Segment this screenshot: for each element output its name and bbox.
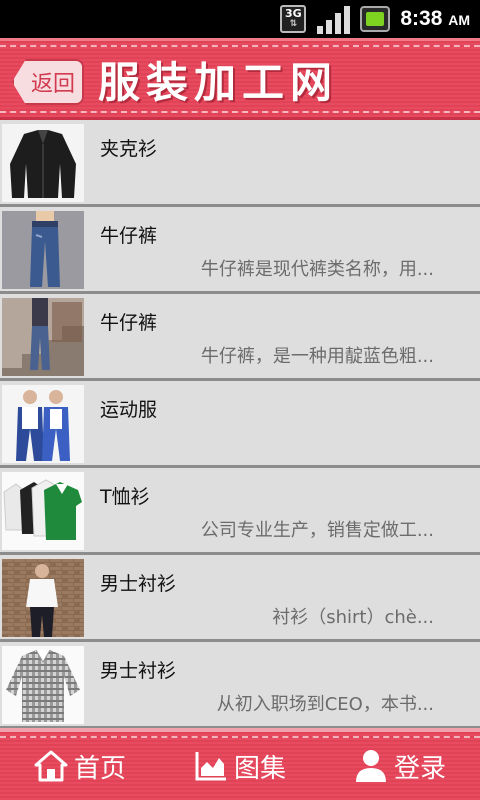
list-item[interactable]: 男士衬衫 从初入职场到CEO，本书... [0,642,480,728]
home-button[interactable]: 首页 [30,736,130,796]
list-item-desc: 公司专业生产，销售定做工... [200,520,434,541]
gallery-chart-icon [194,750,228,782]
list-item-desc: 牛仔裤是现代裤类名称，用... [200,259,434,280]
gallery-label: 图集 [233,753,286,784]
battery-icon [360,6,391,32]
black-jacket-image [2,124,84,202]
list-item-title: 牛仔裤 [100,312,158,334]
gallery-button[interactable]: 图集 [190,736,290,796]
data-arrows-icon: ⇅ [289,19,298,29]
app-header: 返回 服装加工网 [0,38,480,120]
man-in-shirt-image [2,559,84,637]
list-item-title: 夹克衫 [100,138,158,160]
list-item[interactable]: T恤衫 公司专业生产，销售定做工... [0,468,480,555]
page-title: 服装加工网 [98,58,339,107]
list-item-title: 牛仔裤 [100,225,158,247]
bottom-nav: 首页 图集 登录 [0,728,480,800]
back-button-label: 返回 [30,72,75,97]
list-item-title: 男士衬衫 [100,660,177,682]
list-item-title: 运动服 [100,399,158,421]
clock-ampm: AM [448,12,470,28]
network-label: 3G [285,7,302,20]
list-item[interactable]: 牛仔裤 牛仔裤，是一种用靛蓝色粗... [0,294,480,381]
login-label: 登录 [393,753,446,784]
back-button[interactable]: 返回 [12,59,84,105]
jeans-on-stairs-image [2,298,84,376]
polo-shirts-image [2,472,84,550]
status-bar: 3G ⇅ 8:38 AM [0,0,480,38]
clock: 8:38 AM [400,7,470,31]
blue-jeans-image [2,211,84,289]
clock-time: 8:38 [400,7,443,30]
list-item-desc: 牛仔裤，是一种用靛蓝色粗... [200,346,434,367]
user-icon [354,749,388,783]
list-item[interactable]: 男士衬衫 衬衫（shirt）chè... [0,555,480,642]
signal-strength-icon [316,4,350,34]
login-button[interactable]: 登录 [350,736,450,796]
list-item-desc: 从初入职场到CEO，本书... [216,694,434,715]
home-icon [34,750,68,782]
list-item[interactable]: 牛仔裤 牛仔裤是现代裤类名称，用... [0,207,480,294]
checked-shirt-image [2,646,84,724]
tracksuit-couple-image [2,385,84,463]
list-item-desc: 衬衫（shirt）chè... [272,607,434,628]
list-item-title: T恤衫 [100,486,150,508]
list-item[interactable]: 运动服 [0,381,480,468]
home-label: 首页 [73,753,126,784]
product-list: 夹克衫 牛仔裤 牛仔裤是现代裤类名称，用... 牛仔裤 牛仔裤，是一种用靛蓝色粗… [0,120,480,728]
list-item[interactable]: 夹克衫 [0,120,480,207]
list-item-title: 男士衬衫 [100,573,177,595]
network-3g-icon: 3G ⇅ [280,5,307,33]
